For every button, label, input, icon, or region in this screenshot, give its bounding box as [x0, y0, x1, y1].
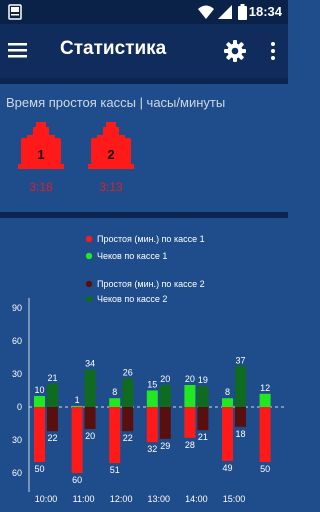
legend-marker: [85, 295, 93, 303]
chart-bar: [109, 398, 121, 407]
chart-bar: [197, 407, 209, 431]
bar-value-label: 22: [47, 433, 57, 443]
register-2-idle-time: 3:13: [99, 180, 123, 194]
chart-bar: [109, 407, 121, 464]
bar-value-label: 50: [260, 464, 270, 474]
bar-value-label: 20: [185, 374, 195, 384]
bar-value-label: 20: [85, 431, 95, 441]
x-tick-label: 14:00: [185, 494, 208, 504]
app-toolbar: Статистика: [0, 24, 288, 78]
chart-bar: [71, 407, 83, 473]
chart-section: Простоя (мин.) по кассе 1 Чеков по кассе …: [0, 218, 288, 512]
chart-bar: [222, 398, 233, 407]
register-1-number: 1: [37, 147, 45, 162]
bar-value-label: 18: [235, 429, 245, 439]
bar-value-label: 29: [160, 441, 170, 451]
bar-value-label: 15: [147, 380, 157, 390]
x-tick-label: 12:00: [110, 494, 133, 504]
legend-label: Чеков по кассе 2: [97, 294, 167, 304]
chart-bar: [84, 369, 96, 407]
bar-value-label: 28: [185, 440, 195, 450]
bar-value-label: 21: [198, 432, 208, 442]
x-tick-label: 15:00: [223, 494, 246, 504]
chart-bar: [235, 407, 246, 427]
legend-marker: [85, 280, 93, 288]
y-tick-label: 30: [12, 435, 22, 445]
bar-value-label: 10: [34, 385, 44, 395]
legend-marker: [85, 252, 93, 260]
bar-value-label: 51: [110, 465, 120, 475]
notification-icon: [8, 4, 22, 20]
status-time: 18:34: [248, 4, 282, 19]
battery-icon: [238, 4, 247, 20]
register-2-card[interactable]: 2 3:13: [88, 122, 144, 194]
bar-value-label: 21: [47, 373, 57, 383]
bar-value-label: 32: [147, 444, 157, 454]
chart-bar: [184, 385, 196, 407]
idle-time-section: Время простоя кассы | часы/минуты 1 3:18…: [0, 84, 288, 212]
bar-value-label: 49: [222, 463, 232, 473]
y-tick-label: 0: [17, 402, 22, 412]
chart-bar: [259, 393, 271, 407]
y-tick-label: 90: [12, 303, 22, 313]
chart-bar: [71, 405, 83, 407]
y-tick-label: 60: [12, 468, 22, 478]
status-bar: 18:34: [0, 0, 288, 24]
chart-bar: [84, 407, 96, 429]
legend-label: Чеков по кассе 1: [97, 251, 167, 261]
chart-bar: [235, 366, 246, 407]
bar-value-label: 26: [123, 367, 133, 377]
bar-value-label: 37: [235, 355, 245, 365]
register-1-card[interactable]: 1 3:18: [18, 122, 74, 194]
bar-value-label: 20: [160, 374, 170, 384]
chart-bar: [184, 407, 196, 438]
bar-value-label: 1: [75, 395, 80, 405]
x-tick-label: 11:00: [73, 494, 95, 504]
chart-bar: [122, 407, 134, 432]
x-tick-label: 10:00: [35, 494, 58, 504]
chart-bar: [159, 407, 171, 439]
legend-marker: [85, 235, 93, 243]
bar-value-label: 22: [123, 433, 133, 443]
bar-value-label: 60: [72, 475, 82, 485]
y-tick-label: 30: [12, 369, 22, 379]
bar-value-label: 8: [112, 387, 117, 397]
x-tick-label: 13:00: [148, 494, 171, 504]
chart-bar: [122, 378, 134, 407]
chart-bar: [146, 390, 158, 407]
chart-bar: [197, 386, 209, 407]
cellular-signal-icon: [218, 5, 232, 19]
chart-bar: [259, 407, 271, 462]
chart-bar: [222, 407, 233, 461]
more-options-icon[interactable]: [270, 41, 276, 61]
menu-icon[interactable]: [8, 42, 28, 58]
bar-value-label: 19: [198, 375, 208, 385]
wifi-icon: [198, 5, 214, 19]
chart-bar: [47, 383, 58, 407]
chart-bar: [146, 407, 158, 443]
register-2-number: 2: [107, 147, 115, 162]
chart-bar: [34, 407, 45, 462]
bar-value-label: 34: [85, 359, 95, 369]
chart-bar: [34, 396, 45, 407]
settings-gear-icon[interactable]: [224, 40, 246, 62]
idle-time-heading: Время простоя кассы | часы/минуты: [6, 95, 226, 110]
register-1-idle-time: 3:18: [29, 180, 53, 194]
legend-label: Простоя (мин.) по кассе 1: [97, 234, 205, 244]
bar-value-label: 8: [225, 387, 230, 397]
hourly-bar-chart: Простоя (мин.) по кассе 1 Чеков по кассе …: [12, 234, 284, 504]
legend-label: Простоя (мин.) по кассе 2: [97, 279, 205, 289]
chart-bar: [159, 385, 171, 407]
bar-value-label: 50: [34, 464, 44, 474]
y-tick-label: 60: [12, 336, 22, 346]
page-title: Статистика: [60, 38, 167, 59]
bar-value-label: 12: [260, 383, 270, 393]
chart-bar: [47, 407, 58, 432]
